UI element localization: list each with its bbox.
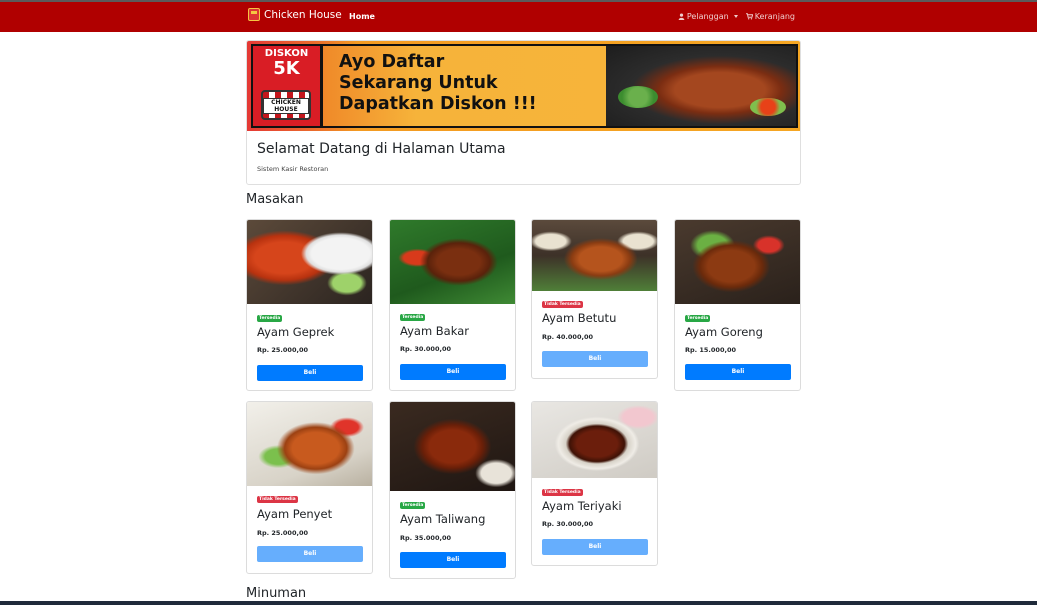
product-price: Rp. 25.000,00 — [257, 529, 308, 537]
buy-button[interactable]: Beli — [400, 552, 506, 568]
promo-banner-inner: DISKON 5K CHICKEN HOUSE Ayo Daftar Sekar… — [251, 44, 798, 128]
product-card: Tidak Tersedia Ayam Teriyaki Rp. 30.000,… — [531, 401, 658, 566]
status-badge: Tersedia — [400, 314, 426, 321]
pelanggan-label: Pelanggan — [686, 12, 729, 21]
product-image — [532, 220, 657, 291]
product-image — [247, 220, 372, 304]
banner-line-1: Ayo Daftar — [339, 52, 445, 72]
product-price: Rp. 30.000,00 — [400, 345, 451, 353]
banner-headline: Ayo Daftar Sekarang Untuk Dapatkan Disko… — [339, 52, 537, 115]
nav-home[interactable]: Home — [349, 12, 375, 21]
product-card: Tersedia Ayam Geprek Rp. 25.000,00 Beli — [246, 219, 373, 391]
product-price: Rp. 35.000,00 — [400, 534, 451, 542]
product-card: Tersedia Ayam Taliwang Rp. 35.000,00 Bel… — [389, 401, 516, 579]
hero-card: DISKON 5K CHICKEN HOUSE Ayo Daftar Sekar… — [246, 40, 801, 185]
section-minuman-title: Minuman — [246, 586, 307, 601]
buy-button[interactable]: Beli — [542, 539, 648, 555]
banner-line-2: Sekarang Untuk — [339, 73, 498, 93]
page-title: Selamat Datang di Halaman Utama — [257, 141, 506, 157]
status-badge: Tersedia — [257, 315, 283, 322]
product-image — [675, 220, 800, 304]
product-name: Ayam Geprek — [257, 325, 335, 339]
product-image — [532, 402, 657, 478]
product-card: Tersedia Ayam Goreng Rp. 15.000,00 Beli — [674, 219, 801, 391]
product-name: Ayam Taliwang — [400, 512, 486, 526]
product-name: Ayam Teriyaki — [542, 499, 622, 513]
diskon-amount: 5K — [273, 58, 300, 79]
product-image — [390, 220, 515, 304]
status-badge: Tidak Tersedia — [257, 496, 298, 503]
chevron-down-icon — [733, 15, 738, 18]
status-badge: Tidak Tersedia — [542, 489, 583, 496]
buy-button[interactable]: Beli — [257, 546, 363, 562]
promo-banner: DISKON 5K CHICKEN HOUSE Ayo Daftar Sekar… — [247, 41, 800, 131]
buy-button[interactable]: Beli — [400, 364, 506, 380]
cart-icon — [745, 13, 753, 20]
chicken-bucket-icon — [248, 8, 260, 21]
product-price: Rp. 30.000,00 — [542, 520, 593, 528]
product-price: Rp. 40.000,00 — [542, 333, 593, 341]
product-price: Rp. 15.000,00 — [685, 346, 736, 354]
nav-right: Pelanggan Keranjang — [678, 12, 795, 21]
product-image — [247, 402, 372, 486]
product-name: Ayam Goreng — [685, 325, 763, 339]
page-subtitle: Sistem Kasir Restoran — [257, 165, 329, 173]
banner-line-3: Dapatkan Diskon !!! — [339, 94, 537, 114]
product-name: Ayam Penyet — [257, 507, 333, 521]
status-badge: Tersedia — [400, 502, 426, 509]
bottom-bar — [0, 601, 1037, 605]
product-name: Ayam Betutu — [542, 311, 617, 325]
keranjang-link[interactable]: Keranjang — [745, 12, 795, 21]
brand-name: Chicken House — [264, 8, 342, 21]
navbar: Chicken House Home Pelanggan Keranjang — [0, 2, 1037, 32]
pelanggan-dropdown[interactable]: Pelanggan — [678, 12, 738, 21]
status-badge: Tersedia — [685, 315, 711, 322]
product-price: Rp. 25.000,00 — [257, 346, 308, 354]
diskon-box: DISKON 5K CHICKEN HOUSE — [253, 46, 323, 126]
keranjang-label: Keranjang — [754, 12, 795, 21]
status-badge: Tidak Tersedia — [542, 301, 583, 308]
hero-body: Selamat Datang di Halaman Utama Sistem K… — [247, 131, 800, 184]
section-masakan-title: Masakan — [246, 192, 304, 207]
buy-button[interactable]: Beli — [257, 365, 363, 381]
fried-chicken-image — [606, 46, 796, 126]
product-card: Tidak Tersedia Ayam Penyet Rp. 25.000,00… — [246, 401, 373, 574]
product-card: Tidak Tersedia Ayam Betutu Rp. 40.000,00… — [531, 219, 658, 379]
buy-button[interactable]: Beli — [542, 351, 648, 367]
product-card: Tersedia Ayam Bakar Rp. 30.000,00 Beli — [389, 219, 516, 391]
brand-link[interactable]: Chicken House — [248, 8, 342, 21]
product-image — [390, 402, 515, 491]
chicken-house-logo-text: CHICKEN HOUSE — [263, 98, 309, 114]
user-icon — [678, 13, 685, 20]
product-name: Ayam Bakar — [400, 324, 469, 338]
buy-button[interactable]: Beli — [685, 364, 791, 380]
